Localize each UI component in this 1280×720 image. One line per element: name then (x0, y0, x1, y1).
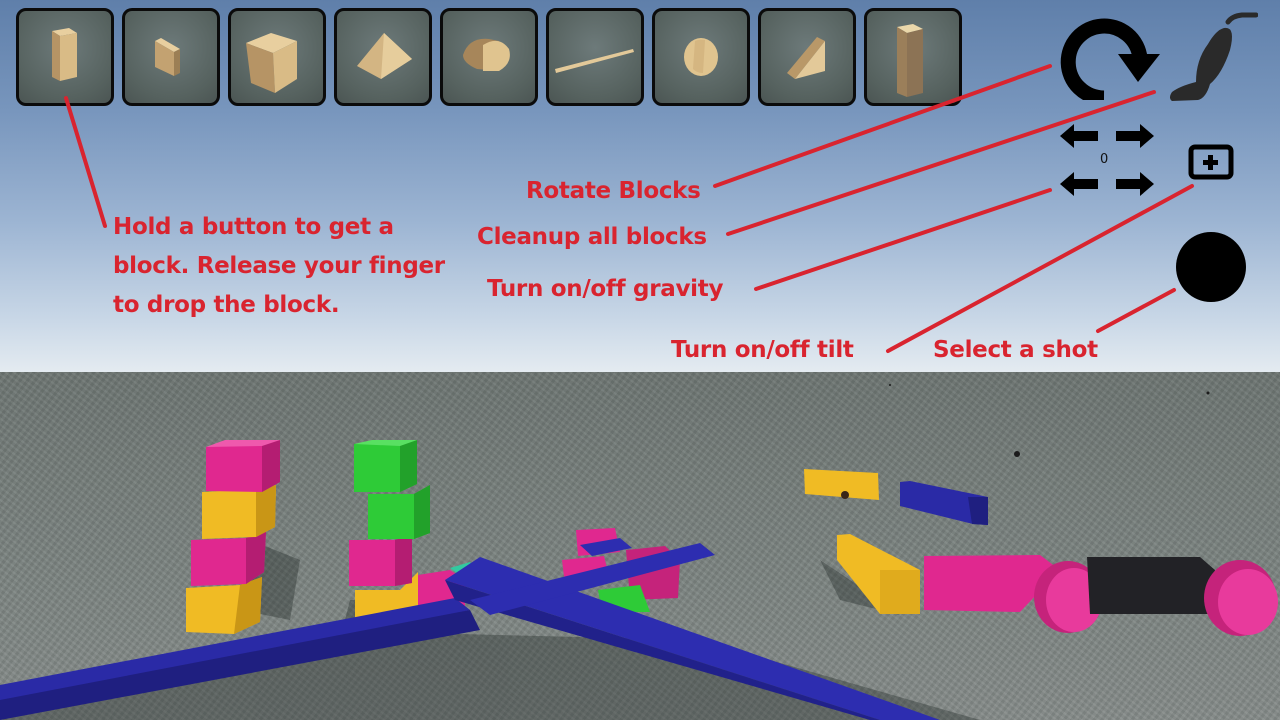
tilt-toggle-button[interactable] (1188, 144, 1234, 180)
wedge-block-icon (787, 37, 825, 79)
vacuum-cleaner-icon (1170, 12, 1258, 101)
block-button-thin-square[interactable] (122, 8, 220, 106)
pillar-block-icon (897, 24, 923, 97)
tall-block-icon (52, 28, 77, 81)
rod-block-icon (555, 49, 634, 73)
annotation-tilt: Turn on/off tilt (671, 337, 854, 363)
tilt-toggle-icon (1188, 144, 1234, 180)
annotation-gravity: Turn on/off gravity (487, 276, 724, 302)
block-button-cube[interactable] (228, 8, 326, 106)
annotation-rotate: Rotate Blocks (526, 178, 701, 204)
select-shot-button[interactable] (1174, 230, 1248, 304)
half-cylinder-block-icon (463, 38, 510, 71)
block-button-tall-rectangular[interactable] (16, 8, 114, 106)
middle-tower (349, 440, 430, 620)
block-button-wedge[interactable] (758, 8, 856, 106)
right-blocks (804, 384, 1278, 636)
cleanup-blocks-button[interactable] (1166, 10, 1258, 106)
gravity-counter: 0 (1100, 152, 1109, 167)
triangle-prism-block-icon (357, 33, 412, 79)
block-button-cylinder[interactable] (652, 8, 750, 106)
annotation-cleanup: Cleanup all blocks (477, 224, 707, 250)
annotation-shot: Select a shot (933, 337, 1098, 363)
cylinder-block-icon (684, 38, 718, 76)
block-button-half-cylinder[interactable] (440, 8, 538, 106)
block-button-triangular-prism[interactable] (334, 8, 432, 106)
block-button-pillar[interactable] (864, 8, 962, 106)
rotate-blocks-button[interactable] (1060, 14, 1160, 100)
block-black (1087, 557, 1215, 614)
block-button-thin-rod[interactable] (546, 8, 644, 106)
rotate-clockwise-icon (1060, 18, 1160, 100)
thin-square-block-icon (155, 38, 180, 76)
annotation-hold-button: Hold a button to get a block. Release yo… (113, 214, 445, 318)
shot-ball-icon (1176, 232, 1246, 302)
cube-block-icon (246, 33, 297, 93)
